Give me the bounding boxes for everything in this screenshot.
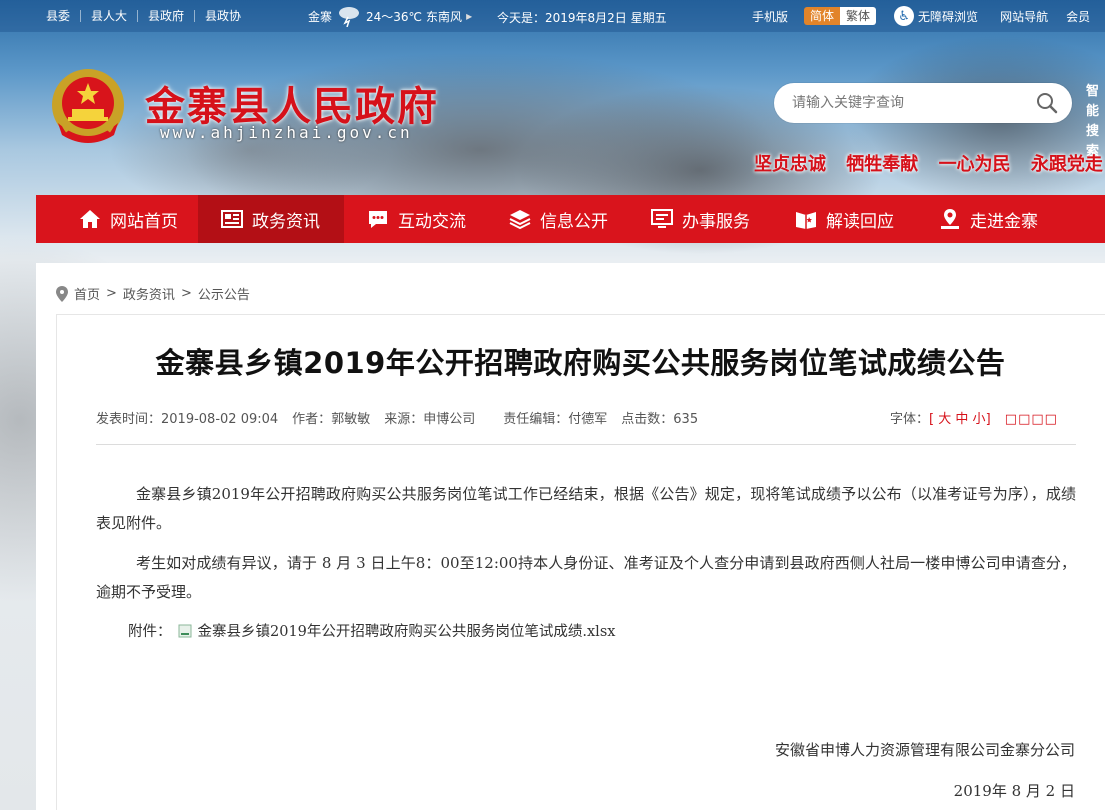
slogan-1: 坚贞忠诚 — [754, 154, 826, 175]
top-right-tools: 手机版 简体 繁体 ♿ 无障碍浏览 网站导航 会员 — [752, 0, 1090, 32]
weather-city: 金寨 — [308, 9, 333, 24]
top-link-county-government[interactable]: 县政府 — [138, 10, 196, 22]
nav-label: 解读回应 — [826, 211, 894, 232]
national-emblem-icon — [52, 69, 124, 143]
layers-icon — [509, 210, 531, 230]
signature: 安徽省申博人力资源管理有限公司金寨分公司 — [774, 741, 1075, 759]
top-link-county-committee[interactable]: 县委 — [0, 10, 82, 22]
nav-label: 走进金寨 — [970, 211, 1038, 232]
search-box — [774, 83, 1072, 123]
font-size-medium[interactable]: 中 — [955, 412, 968, 427]
nav-item-home[interactable]: 网站首页 — [36, 195, 198, 243]
divider — [96, 444, 1076, 445]
news-icon — [221, 210, 243, 228]
divider — [56, 314, 1105, 315]
font-size-switcher: 字体：[ 大 中 小] □□□□ — [890, 412, 1058, 427]
wheelchair-icon: ♿ — [894, 6, 915, 26]
slogan: 坚贞忠诚 牺牲奉献 一心为民 永跟党走 — [754, 150, 1105, 176]
article-title: 金寨县乡镇2019年公开招聘政府购买公共服务岗位笔试成绩公告 — [155, 346, 1006, 380]
nav-item-interpretation[interactable]: 解读回应 — [774, 195, 918, 243]
weather-widget: 金寨 24～36℃ 东南风 ▸ — [308, 0, 472, 32]
font-size-label: 字体： — [890, 412, 930, 427]
lang-traditional-button[interactable]: 繁体 — [840, 7, 877, 25]
slogan-3: 一心为民 — [938, 154, 1011, 175]
nav-item-news[interactable]: 政务资讯 — [198, 195, 344, 243]
author: 作者：郭敏敏 — [292, 412, 371, 427]
publish-time: 发表时间：2019-08-02 09:04 — [96, 412, 279, 427]
attachment-link[interactable]: 金寨县乡镇2019年公开招聘政府购买公共服务岗位笔试成绩.xlsx — [198, 620, 616, 641]
top-link-county-cppcc[interactable]: 县政协 — [195, 10, 251, 22]
top-link-county-congress[interactable]: 县人大 — [81, 10, 139, 22]
signature-date: 2019年 8 月 2 日 — [953, 782, 1075, 800]
location-icon — [941, 209, 959, 229]
book-icon — [796, 212, 816, 229]
accessibility-link[interactable]: ♿ 无障碍浏览 — [894, 6, 978, 26]
source: 来源：申博公司 — [384, 412, 476, 427]
lang-simplified-button[interactable]: 简体 — [804, 7, 841, 25]
font-size-small[interactable]: 小 — [973, 412, 986, 427]
nav-label: 办事服务 — [682, 211, 750, 232]
accessibility-label: 无障碍浏览 — [918, 9, 979, 24]
share-icons[interactable]: □□□□ — [1005, 412, 1058, 427]
location-pin-icon — [56, 285, 68, 302]
attachment: 附件： 金寨县乡镇2019年公开招聘政府购买公共服务岗位笔试成绩.xlsx — [128, 620, 615, 641]
slogan-2: 牺牲奉献 — [846, 154, 919, 175]
mobile-version-link[interactable]: 手机版 — [752, 8, 788, 25]
language-switch: 简体 繁体 — [804, 7, 877, 25]
thunderstorm-icon — [339, 7, 360, 27]
article-meta: 发表时间：2019-08-02 09:04 作者：郭敏敏 来源：申博公司 责任编… — [96, 408, 712, 427]
breadcrumb-home[interactable]: 首页 — [74, 284, 100, 303]
top-bar: 县委 县人大 县政府 县政协 金寨 24～36℃ 东南风 ▸ 今天是：2019年… — [0, 0, 1105, 32]
site-navigation-link[interactable]: 网站导航 — [1000, 8, 1048, 25]
nav-item-about[interactable]: 走进金寨 — [918, 195, 1062, 243]
nav-item-disclosure[interactable]: 信息公开 — [490, 195, 632, 243]
nav-item-interaction[interactable]: 互动交流 — [344, 195, 490, 243]
main-nav: 网站首页 政务资讯 互动交流 信息公开 办事服务 解读回应 走进金寨 — [36, 195, 1105, 243]
breadcrumb-announcements[interactable]: 公示公告 — [198, 284, 250, 303]
breadcrumb-separator: > — [106, 286, 117, 301]
home-icon — [80, 210, 100, 228]
paragraph: 考生如对成绩有异议，请于 8 月 3 日上午8：00至12:00持本人身份证、准… — [96, 554, 1076, 601]
search-icon[interactable] — [1036, 92, 1058, 114]
monitor-icon — [651, 209, 673, 228]
search-input[interactable] — [792, 93, 1022, 113]
weather-temp: 24～36℃ — [366, 9, 423, 24]
article-body: 金寨县乡镇2019年公开招聘政府购买公共服务岗位笔试工作已经结束，根据《公告》规… — [96, 480, 1076, 618]
weather-more-icon[interactable]: ▸ — [466, 9, 472, 23]
chat-icon — [369, 211, 387, 228]
top-links: 县委 县人大 县政府 县政协 — [0, 0, 251, 32]
member-link[interactable]: 会员 — [1066, 8, 1090, 25]
editor: 责任编辑：付德军 — [503, 412, 608, 427]
slogan-4: 永跟党走 — [1030, 154, 1103, 175]
nav-label: 网站首页 — [110, 211, 178, 232]
today-date: 今天是：2019年8月2日 星期五 — [497, 11, 667, 25]
site-url: www.ahjinzhai.gov.cn — [160, 123, 413, 142]
click-count: 点击数：635 — [621, 412, 699, 427]
attachment-label: 附件： — [128, 624, 172, 640]
breadcrumb-separator: > — [180, 286, 192, 301]
breadcrumb: 首页 > 政务资讯 > 公示公告 — [56, 284, 250, 303]
breadcrumb-news[interactable]: 政务资讯 — [123, 284, 175, 303]
nav-label: 政务资讯 — [252, 211, 320, 232]
excel-file-icon — [178, 624, 191, 637]
divider — [56, 314, 57, 810]
weather-wind: 东南风 — [426, 9, 463, 24]
nav-label: 信息公开 — [540, 211, 608, 232]
font-size-large[interactable]: 大 — [938, 412, 951, 427]
nav-label: 互动交流 — [398, 211, 466, 232]
paragraph: 金寨县乡镇2019年公开招聘政府购买公共服务岗位笔试工作已经结束，根据《公告》规… — [96, 485, 1076, 532]
nav-item-services[interactable]: 办事服务 — [632, 195, 774, 243]
